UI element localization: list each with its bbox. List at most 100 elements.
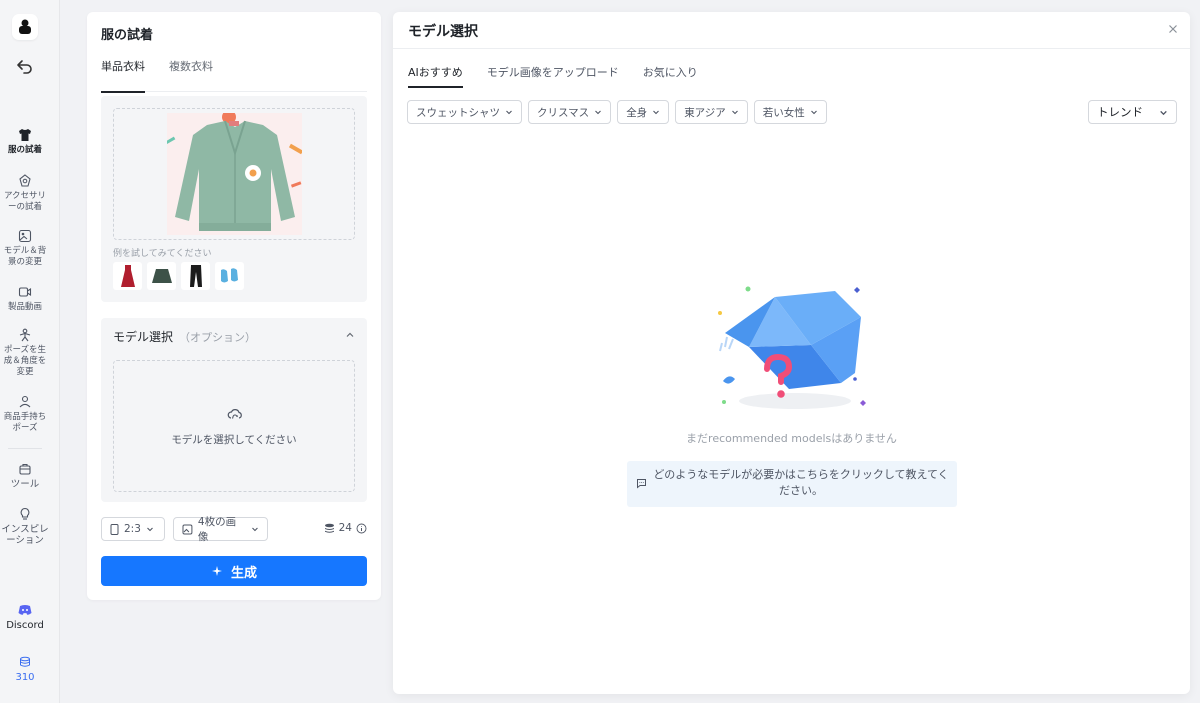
pose-icon (19, 328, 31, 342)
sidebar-item-label: ポーズを生成＆角度を変更 (3, 345, 47, 377)
aspect-ratio-select[interactable]: 2:3 (101, 517, 165, 541)
model-select-area[interactable]: モデルを選択してください (113, 360, 355, 492)
tab-multiple-garments[interactable]: 複数衣料 (169, 58, 213, 92)
sidebar-item-clothing-tryon[interactable]: 服の試着 (0, 128, 50, 156)
sparkle-icon (211, 566, 222, 576)
sidebar-item-label: インスピレーション (1, 524, 49, 546)
model-placeholder: モデルを選択してください (171, 434, 297, 446)
video-icon (18, 287, 32, 297)
feedback-banner[interactable]: どのようなモデルが必要かはこちらをクリックして教えてください。 (627, 461, 957, 507)
chevron-down-icon (506, 110, 512, 115)
chevron-down-icon (653, 110, 660, 115)
filter-bar: スウェットシャツ クリスマス 全身 東アジア 若い女性 (407, 100, 827, 124)
gem-icon (19, 174, 31, 187)
filter-theme[interactable]: クリスマス (528, 100, 612, 124)
sort-select[interactable]: トレンド (1088, 100, 1177, 124)
chevron-down-icon (731, 110, 738, 115)
generation-options: 2:3 4枚の画像 24 (101, 516, 367, 543)
sidebar-item-label: 服の試着 (7, 145, 42, 155)
filter-label: 全身 (626, 106, 648, 119)
back-icon[interactable] (15, 56, 35, 76)
example-sneakers[interactable] (215, 262, 244, 290)
message-icon (637, 479, 646, 489)
dress-icon (120, 265, 135, 287)
chevron-up-icon[interactable] (345, 330, 355, 340)
filter-shot-type[interactable]: 全身 (617, 100, 670, 124)
credits-value: 310 (15, 672, 35, 683)
chevron-down-icon (810, 110, 817, 115)
panel-title: 服の試着 (101, 28, 154, 43)
sidebar-item-tools[interactable]: ツール (0, 462, 50, 490)
chevron-down-icon (595, 110, 602, 115)
pants-icon (189, 265, 202, 287)
tryon-panel: 服の試着 単品衣料 複数衣料 例を試してみてください モデル選択 （オプション）… (87, 12, 381, 600)
discord-label: Discord (6, 620, 44, 631)
tshirt-icon (19, 129, 31, 141)
modal-tabs: AIおすすめ モデル画像をアップロード お気に入り (408, 64, 698, 88)
chevron-down-icon (252, 527, 258, 532)
generation-cost: 24 (324, 522, 367, 534)
filter-garment-type[interactable]: スウェットシャツ (407, 100, 522, 124)
coin-stack-icon (20, 656, 30, 667)
tab-ai-recommend[interactable]: AIおすすめ (408, 64, 463, 88)
image-count-value: 4枚の画像 (197, 516, 237, 543)
sidebar-item-product-holding[interactable]: 商品手持ちポーズ (0, 395, 50, 434)
cost-value: 24 (338, 522, 352, 534)
model-selection-modal: モデル選択 AIおすすめ モデル画像をアップロード お気に入り スウェットシャツ… (393, 12, 1190, 694)
garment-upload-area[interactable] (113, 108, 355, 240)
filter-label: 若い女性 (762, 106, 805, 119)
example-skirt[interactable] (147, 262, 176, 290)
tab-upload-model[interactable]: モデル画像をアップロード (487, 64, 619, 88)
toolbox-icon (19, 463, 31, 475)
sidebar-item-label: 商品手持ちポーズ (3, 412, 47, 433)
cardigan-image (165, 110, 304, 235)
coin-stack-icon (324, 523, 334, 533)
filter-age-gender[interactable]: 若い女性 (753, 100, 827, 124)
sidebar-divider (8, 448, 42, 449)
garment-image (165, 110, 304, 235)
tab-favorites[interactable]: お気に入り (643, 64, 698, 88)
cloud-sync-icon (227, 409, 242, 419)
chevron-down-icon (147, 527, 153, 532)
example-pants[interactable] (181, 262, 210, 290)
generate-button[interactable]: 生成 (101, 556, 367, 586)
model-section: モデル選択 （オプション） モデルを選択してください (101, 318, 367, 502)
sneaker-icon (220, 268, 238, 283)
sidebar-item-pose-angle[interactable]: ポーズを生成＆角度を変更 (0, 328, 50, 378)
tab-single-garment[interactable]: 単品衣料 (101, 58, 145, 93)
modal-divider (393, 48, 1190, 49)
sidebar-item-label: アクセサリーの試着 (3, 191, 47, 212)
image-count-select[interactable]: 4枚の画像 (173, 516, 268, 543)
sidebar-item-label: モデル＆背景の変更 (3, 246, 47, 267)
modal-title: モデル選択 (408, 24, 478, 40)
garment-section: 例を試してみてください (101, 96, 367, 302)
sort-value: トレンド (1097, 105, 1143, 119)
filter-label: クリスマス (537, 106, 590, 119)
model-section-header[interactable]: モデル選択 （オプション） (113, 328, 256, 345)
credits-balance[interactable]: 310 (0, 656, 50, 683)
phone-icon (110, 523, 119, 535)
sidebar-item-model-background[interactable]: モデル＆背景の変更 (0, 229, 50, 268)
example-garments (113, 262, 244, 290)
filter-ethnicity[interactable]: 東アジア (675, 100, 748, 124)
discord-link[interactable]: Discord (0, 604, 50, 631)
filter-label: スウェットシャツ (416, 106, 500, 119)
hand-hold-icon (19, 395, 31, 408)
sidebar-item-label: 製品動画 (7, 302, 42, 312)
example-red-dress[interactable] (113, 262, 142, 290)
aspect-ratio-value: 2:3 (124, 523, 141, 535)
discord-icon (18, 605, 32, 615)
app-logo[interactable] (12, 14, 38, 40)
feedback-text: どのようなモデルが必要かはこちらをクリックして教えてください。 (653, 468, 949, 497)
sidebar: 服の試着 アクセサリーの試着 モデル＆背景の変更 製品動画 ポーズを生成＆角度を… (0, 0, 60, 703)
empty-state-text: まだrecommended modelsはありません (686, 432, 897, 445)
sidebar-item-inspiration[interactable]: インスピレーション (0, 507, 50, 546)
chevron-down-icon (1160, 110, 1167, 115)
sidebar-item-accessory-tryon[interactable]: アクセサリーの試着 (0, 174, 50, 213)
info-icon[interactable] (356, 523, 367, 534)
model-section-optional: （オプション） (179, 331, 257, 344)
filter-label: 東アジア (684, 106, 726, 119)
sidebar-item-product-video[interactable]: 製品動画 (0, 285, 50, 313)
empty-box-illustration (718, 286, 866, 409)
close-icon[interactable] (1166, 22, 1180, 36)
